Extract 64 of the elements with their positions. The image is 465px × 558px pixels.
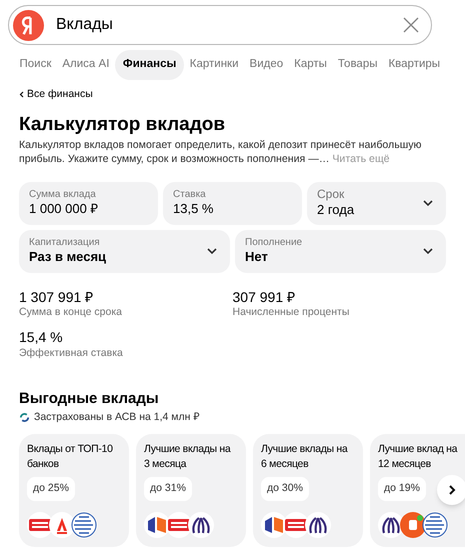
bank-logo-icon [166,512,192,538]
offer-card[interactable]: Вклады от ТОП-10 банков до 25% [19,434,129,548]
rate-badge: до 19% [378,477,426,501]
tab[interactable]: Поиск [14,50,57,80]
offer-card[interactable]: Лучшие вклады на 3 месяца до 31% [136,434,246,548]
bank-logo-icon [49,512,75,538]
tab[interactable]: Карты [288,50,332,80]
card-title: Вклады от ТОП-10 банков [27,442,114,472]
rate-badge: до 25% [27,477,75,501]
bank-logo-icon [27,512,53,538]
field-value: 1 000 000 ₽ [29,201,100,218]
bank-logo-icon [71,512,97,538]
field-value: 13,5 % [173,201,214,218]
section-title: Выгодные вклады [19,390,160,408]
input-field[interactable]: Сумма вклада 1 000 000 ₽ [19,182,158,224]
field-value: 2 года [317,202,356,219]
result-label: Эффективная ставка [19,346,124,360]
search-query: Вклады [56,15,114,35]
card-title: Лучшие вклад на 12 месяцев [378,442,458,472]
logo-icon [13,10,44,40]
result-label: Начисленные проценты [232,306,350,320]
result-value: 1 307 991 ₽ [19,288,94,306]
dropdown[interactable]: Срок 2 года [307,182,446,224]
refresh-icon [19,412,30,423]
result-value: 15,4 % [19,329,64,347]
bank-logo-icon [144,512,170,538]
offer-card[interactable]: Лучшие вклад на 12 месяцев до 19% [370,434,465,548]
bank-logo-icon [188,512,214,538]
bank-logo-icon [400,512,426,538]
card-title: Лучшие вклады на 3 месяца [144,442,232,472]
description: Калькулятор вкладов помогает определить, какой депозит принесёт наибольшую прибыль. Укажите сумму, срок и возможность пополнения —… Читать ещё [19,138,422,166]
field-label: Пополнение [245,236,304,250]
back-link[interactable]: Все финансы [27,87,93,103]
result-value: 307 991 ₽ [232,288,296,306]
result-label: Сумма в конце срока [19,306,124,320]
field-label: Ставка [173,188,207,202]
field-value: Нет [245,249,269,266]
search-field[interactable]: Вклады [8,5,432,45]
tab[interactable]: Видео [244,50,289,80]
bank-logo-icon [378,512,404,538]
dropdown[interactable]: Капитализация Раз в месяц [19,230,230,272]
tab[interactable]: Финансы [114,50,184,80]
tab[interactable]: Алиса AI [56,50,115,80]
field-label: Капитализация [29,236,101,250]
bank-logo-icon [422,512,448,538]
input-field[interactable]: Ставка 13,5 % [163,182,302,224]
tab[interactable]: Товары [332,50,383,80]
tab[interactable]: Картинки [184,50,244,80]
field-label: Сумма вклада [29,188,97,202]
bank-logo-icon [305,512,331,538]
field-label: Срок [317,187,346,202]
bank-logo-icon [283,512,309,538]
bank-logo-icon [261,512,287,538]
insurance-note: Застрахованы в АСВ на 1,4 млн ₽ [34,410,200,424]
rate-badge: до 30% [261,477,309,501]
offer-card[interactable]: Лучшие вклады на 6 месяцев до 30% [253,434,363,548]
dropdown[interactable]: Пополнение Нет [235,230,446,272]
card-title: Лучшие вклады на 6 месяцев [261,442,349,472]
close-icon[interactable] [403,17,419,33]
rate-badge: до 31% [144,477,192,501]
field-value: Раз в месяц [29,249,108,266]
chevron-left-icon [19,91,24,98]
page-title: Калькулятор вкладов [19,112,226,136]
tab[interactable]: Квартиры [382,50,446,80]
